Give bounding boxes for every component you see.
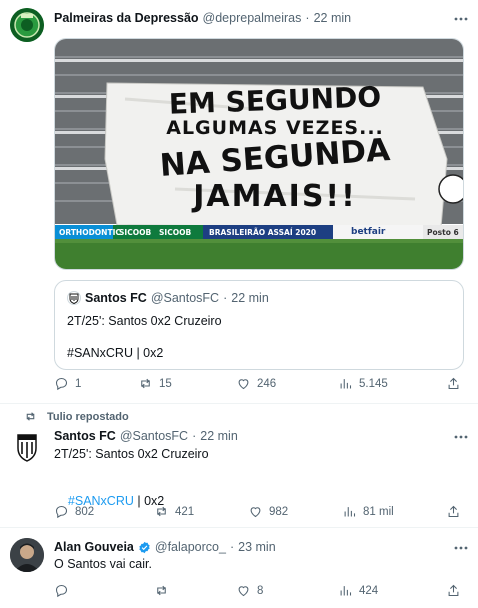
tweet-actions: 8 424 [54, 583, 464, 601]
like-button[interactable]: 8 [236, 583, 263, 598]
quoted-author-name[interactable]: Santos FC [85, 291, 147, 305]
ad-orthodontic: ORTHODONTIC [59, 228, 121, 237]
user-avatar-icon [10, 538, 44, 572]
like-count: 8 [257, 584, 264, 597]
separator-dot: · [229, 540, 235, 554]
share-button[interactable] [446, 583, 461, 598]
share-icon [448, 584, 459, 597]
banner-line-4: JAMAIS!! [193, 179, 357, 214]
tweet-santos-repost[interactable]: Tulio repostado Santos FC @SantosFC · 22… [0, 404, 478, 528]
timestamp[interactable]: 22 min [314, 11, 352, 25]
timestamp[interactable]: 23 min [238, 540, 276, 554]
separator-dot: · [305, 11, 310, 25]
tweet-header: Palmeiras da Depressão @deprepalmeiras ·… [54, 11, 351, 25]
like-button[interactable]: 246 [236, 376, 276, 391]
like-button[interactable]: 982 [248, 504, 288, 519]
ad-betfair: betfair [351, 227, 386, 237]
like-count: 982 [269, 505, 289, 518]
ad-sicoob-2: SICOOB [159, 228, 192, 237]
views-button[interactable]: 5.145 [338, 376, 388, 391]
author-name[interactable]: Santos FC [54, 429, 116, 443]
views-count: 5.145 [359, 377, 388, 390]
banner-line-3: NA SEGUNDA [158, 132, 392, 184]
repost-count: 421 [175, 505, 195, 518]
views-button[interactable]: 424 [338, 583, 378, 598]
author-handle[interactable]: @deprepalmeiras [203, 11, 302, 25]
views-count: 81 mil [363, 505, 394, 518]
reply-button[interactable]: 802 [54, 504, 94, 519]
repost-button[interactable] [154, 583, 175, 598]
repost-icon [157, 506, 166, 517]
author-handle[interactable]: @SantosFC [120, 429, 188, 443]
like-icon [250, 507, 261, 518]
reply-button[interactable] [54, 583, 75, 598]
tweet-text: 2T/25': Santos 0x2 Cruzeiro [54, 447, 209, 461]
reply-icon [55, 377, 68, 391]
reply-icon [55, 505, 68, 519]
quoted-tweet-text: 2T/25': Santos 0x2 Cruzeiro [67, 314, 222, 328]
repost-icon [26, 412, 35, 421]
author-name[interactable]: Palmeiras da Depressão [54, 11, 199, 25]
share-icon [448, 377, 459, 390]
tweet-alan-gouveia[interactable]: Alan Gouveia @falaporco_ · 23 min O Sant… [0, 528, 478, 608]
separator-dot: · [192, 429, 197, 443]
views-icon [344, 507, 356, 517]
avatar-palmeiras[interactable] [10, 8, 44, 42]
quoted-tweet-hashtags: #SANxCRU | 0x2 [67, 346, 164, 360]
reply-button[interactable]: 1 [54, 376, 81, 391]
tweet-header: Alan Gouveia @falaporco_ · 23 min [54, 540, 276, 554]
like-count: 246 [257, 377, 277, 390]
ad-posto: Posto 6 [427, 228, 459, 237]
ad-brasileirao: BRASILEIRÃO ASSAÍ 2020 [209, 228, 317, 237]
palmeiras-logo-icon [10, 8, 44, 42]
reply-count: 1 [75, 377, 82, 390]
verified-icon [139, 541, 150, 553]
tweet-media-image[interactable]: EM SEGUNDO ALGUMAS VEZES... NA SEGUNDA J… [54, 38, 464, 270]
reply-count: 802 [75, 505, 95, 518]
banner-text: EM SEGUNDO ALGUMAS VEZES... NA SEGUNDA J… [115, 80, 435, 214]
more-icon[interactable] [452, 541, 470, 555]
quoted-timestamp[interactable]: 22 min [231, 291, 269, 305]
share-button[interactable] [446, 376, 461, 391]
separator-dot: · [223, 291, 228, 305]
reply-icon [55, 584, 68, 598]
repost-count: 15 [159, 377, 172, 390]
avatar-santos[interactable] [10, 430, 44, 464]
santos-crest-icon[interactable] [67, 291, 81, 305]
quoted-author-handle[interactable]: @SantosFC [151, 291, 219, 305]
author-handle[interactable]: @falaporco_ [155, 540, 226, 554]
repost-button[interactable]: 15 [138, 376, 172, 391]
like-icon [238, 586, 249, 597]
tweet-palmeiras[interactable]: Palmeiras da Depressão @deprepalmeiras ·… [0, 0, 478, 404]
share-button[interactable] [446, 504, 461, 519]
repost-label: Tulio repostado [47, 410, 129, 423]
like-icon [238, 379, 249, 390]
tweet-header: Santos FC @SantosFC · 22 min [54, 429, 238, 443]
more-icon[interactable] [452, 430, 470, 444]
tweet-actions: 802 421 982 81 mil [54, 504, 464, 522]
views-button[interactable]: 81 mil [342, 504, 394, 519]
views-icon [340, 379, 352, 389]
quoted-tweet-header: Santos FC @SantosFC · 22 min [67, 291, 269, 305]
more-icon[interactable] [452, 12, 470, 26]
avatar-alan[interactable] [10, 538, 44, 572]
share-icon [448, 505, 459, 518]
tweet-actions: 1 15 246 5.145 [54, 376, 464, 394]
banner-line-1: EM SEGUNDO [168, 80, 382, 121]
views-icon [340, 586, 352, 596]
repost-indicator[interactable]: Tulio repostado [24, 410, 129, 423]
quoted-tweet[interactable]: Santos FC @SantosFC · 22 min 2T/25': San… [54, 280, 464, 370]
ad-boards: ORTHODONTIC SICOOB SICOOB BRASILEIRÃO AS… [55, 225, 463, 239]
ad-sicoob-1: SICOOB [119, 228, 152, 237]
repost-button[interactable]: 421 [154, 504, 194, 519]
repost-icon [157, 585, 166, 596]
santos-crest-icon [17, 434, 37, 462]
tweet-text: O Santos vai cair. [54, 557, 152, 571]
timestamp[interactable]: 22 min [200, 429, 238, 443]
views-count: 424 [359, 584, 379, 597]
author-name[interactable]: Alan Gouveia [54, 540, 134, 554]
repost-icon [141, 378, 150, 389]
